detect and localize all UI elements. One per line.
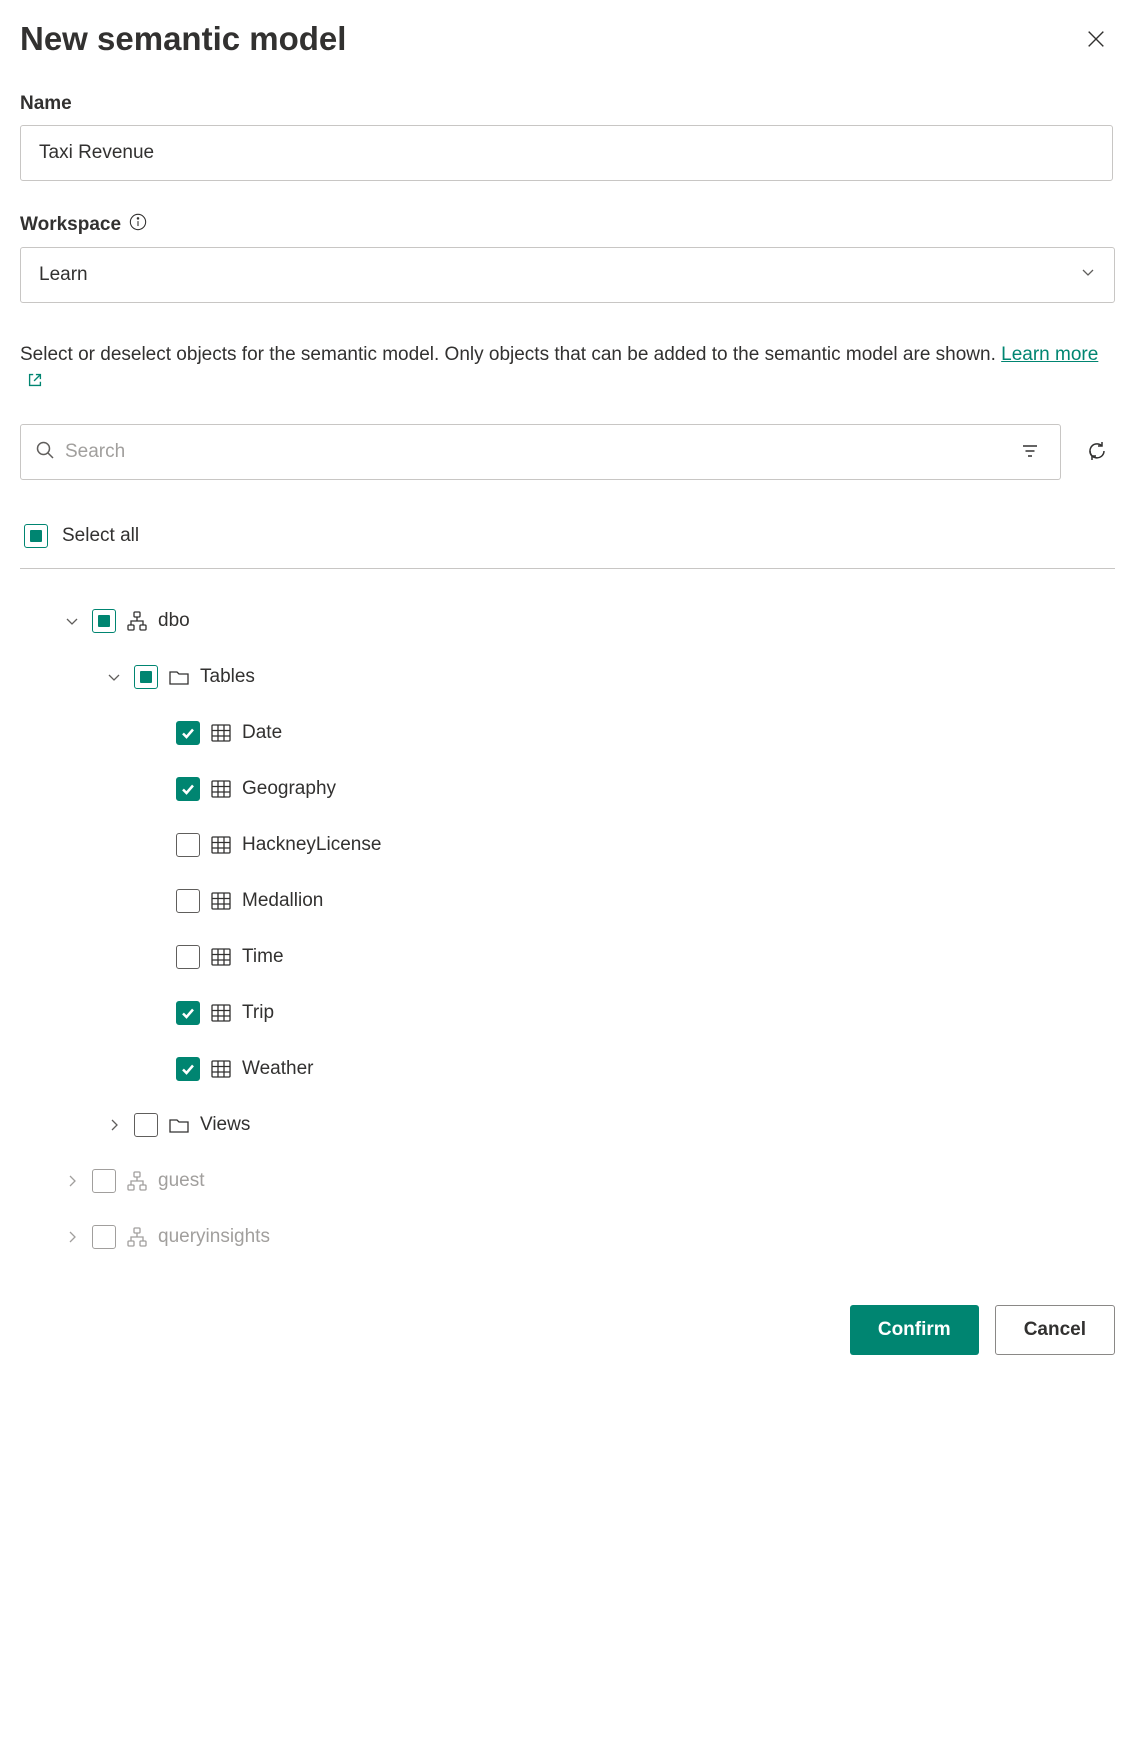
tree-label: Views [200, 1114, 250, 1136]
tree-node-queryinsights[interactable]: queryinsights [20, 1209, 1115, 1265]
checkbox-queryinsights[interactable] [92, 1225, 116, 1249]
tree-label: queryinsights [158, 1226, 270, 1248]
description-text: Select or deselect objects for the seman… [20, 341, 1115, 398]
learn-more-link[interactable]: Learn more [1001, 344, 1098, 365]
schema-icon [126, 1170, 148, 1192]
workspace-value: Learn [39, 264, 88, 286]
checkbox-tables[interactable] [134, 665, 158, 689]
schema-icon [126, 1226, 148, 1248]
chevron-down-icon[interactable] [104, 670, 124, 684]
filter-icon [1020, 441, 1040, 464]
tree-node-tables[interactable]: Tables [20, 649, 1115, 705]
tree-label: Time [242, 946, 284, 968]
table-icon [210, 1058, 232, 1080]
refresh-button[interactable] [1079, 433, 1115, 472]
tree-node-table[interactable]: Medallion [20, 873, 1115, 929]
table-icon [210, 834, 232, 856]
tree-label: Medallion [242, 890, 323, 912]
tree-label: Geography [242, 778, 336, 800]
search-input[interactable] [63, 440, 1006, 464]
tree-label: Weather [242, 1058, 313, 1080]
tree-node-dbo[interactable]: dbo [20, 593, 1115, 649]
workspace-select[interactable]: Learn [20, 247, 1115, 303]
tree-node-table[interactable]: Geography [20, 761, 1115, 817]
checkbox-table[interactable] [176, 945, 200, 969]
close-button[interactable] [1077, 20, 1115, 61]
tree-node-table[interactable]: Date [20, 705, 1115, 761]
cancel-button[interactable]: Cancel [995, 1305, 1115, 1355]
chevron-right-icon[interactable] [62, 1230, 82, 1244]
confirm-button[interactable]: Confirm [850, 1305, 979, 1355]
name-input[interactable] [20, 125, 1113, 181]
search-field[interactable] [20, 424, 1061, 480]
tree-node-table[interactable]: Time [20, 929, 1115, 985]
table-icon [210, 722, 232, 744]
search-icon [35, 440, 55, 465]
select-all-label: Select all [62, 525, 139, 547]
checkbox-table[interactable] [176, 1057, 200, 1081]
object-tree: dbo Tables Date Geography HackneyLicense… [20, 593, 1115, 1265]
table-icon [210, 946, 232, 968]
tree-label: Trip [242, 1002, 274, 1024]
checkbox-table[interactable] [176, 721, 200, 745]
tree-label: HackneyLicense [242, 834, 381, 856]
refresh-icon [1085, 439, 1109, 466]
checkbox-dbo[interactable] [92, 609, 116, 633]
checkbox-table[interactable] [176, 1001, 200, 1025]
chevron-down-icon [1080, 264, 1096, 286]
table-icon [210, 1002, 232, 1024]
page-title: New semantic model [20, 20, 346, 58]
checkbox-table[interactable] [176, 777, 200, 801]
workspace-label: Workspace [20, 214, 121, 236]
checkbox-table[interactable] [176, 833, 200, 857]
select-all-checkbox[interactable] [24, 524, 48, 548]
close-icon [1085, 38, 1107, 53]
tree-label: Date [242, 722, 282, 744]
name-label: Name [20, 93, 1115, 115]
filter-button[interactable] [1014, 435, 1046, 470]
schema-icon [126, 610, 148, 632]
checkbox-guest[interactable] [92, 1169, 116, 1193]
checkbox-table[interactable] [176, 889, 200, 913]
chevron-right-icon[interactable] [104, 1118, 124, 1132]
tree-node-table[interactable]: Weather [20, 1041, 1115, 1097]
info-icon[interactable] [129, 213, 147, 237]
tree-label: dbo [158, 610, 190, 632]
checkbox-views[interactable] [134, 1113, 158, 1137]
chevron-down-icon[interactable] [62, 614, 82, 628]
tree-label: Tables [200, 666, 255, 688]
chevron-right-icon[interactable] [62, 1174, 82, 1188]
tree-node-table[interactable]: HackneyLicense [20, 817, 1115, 873]
tree-label: guest [158, 1170, 204, 1192]
table-icon [210, 890, 232, 912]
table-icon [210, 778, 232, 800]
tree-node-guest[interactable]: guest [20, 1153, 1115, 1209]
external-link-icon [26, 370, 44, 399]
folder-icon [168, 1114, 190, 1136]
tree-node-table[interactable]: Trip [20, 985, 1115, 1041]
folder-icon [168, 666, 190, 688]
tree-node-views[interactable]: Views [20, 1097, 1115, 1153]
